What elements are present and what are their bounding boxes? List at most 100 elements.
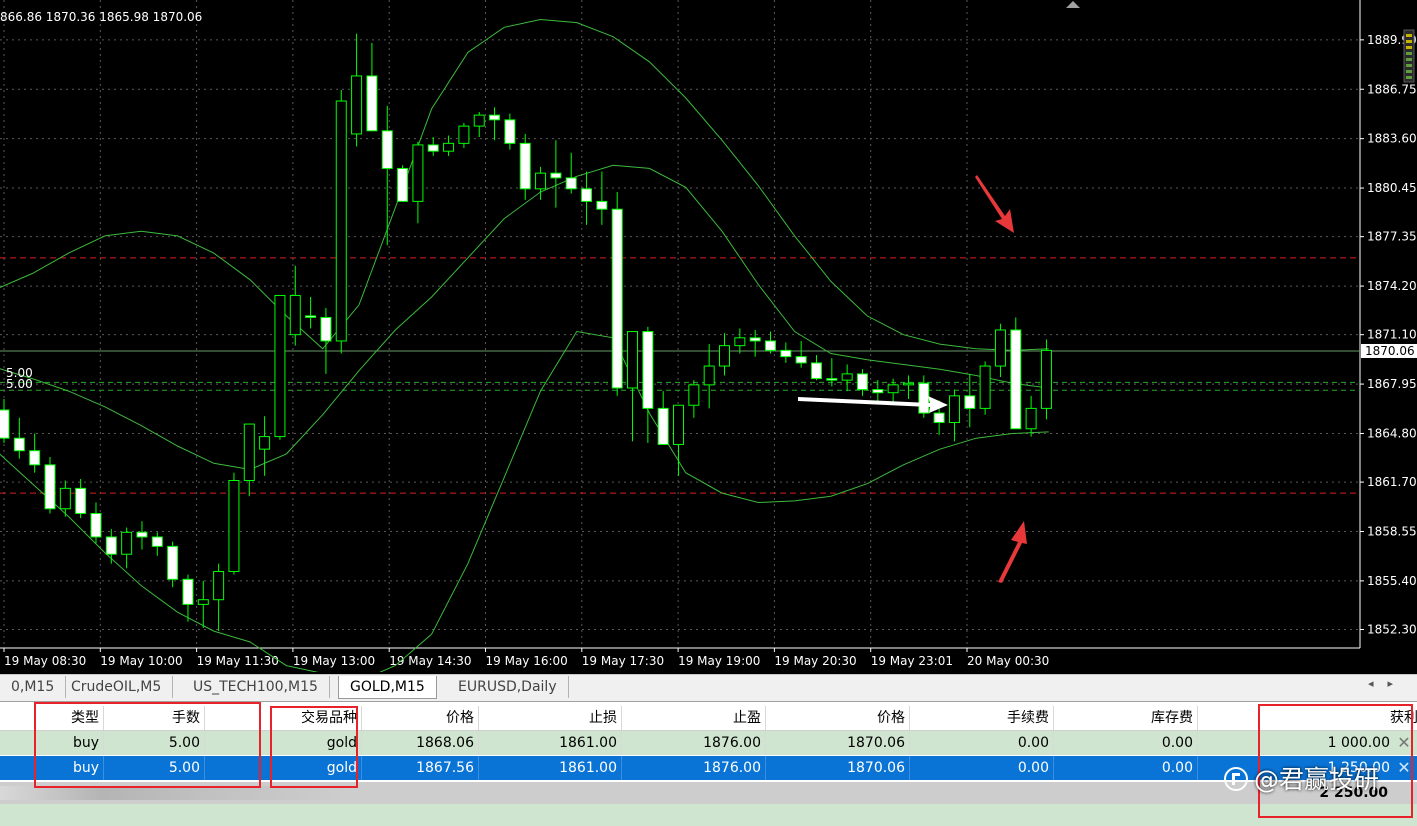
price-tick-label: 1858.55 — [1367, 524, 1417, 538]
price-tick-label: 1880.45 — [1367, 181, 1417, 195]
time-tick-label: 20 May 00:30 — [967, 654, 1049, 668]
cell-swap: 0.00 — [1054, 756, 1198, 780]
cell-take-profit: 1876.00 — [622, 756, 766, 780]
header-current-price[interactable]: 价格 — [766, 706, 910, 730]
candle-bear — [504, 119, 516, 144]
price-chart[interactable]: 1889.901886.751883.601880.451877.351874.… — [0, 0, 1417, 672]
price-tick-label: 1855.40 — [1367, 574, 1417, 588]
candle-bear — [918, 382, 930, 414]
price-tick-label: 1852.30 — [1367, 623, 1417, 637]
candle-bear — [780, 349, 792, 358]
volume-meter-bar — [1406, 76, 1412, 79]
volume-meter-bar — [1406, 70, 1412, 73]
scroll-right-icon[interactable]: ▸ — [1387, 677, 1407, 690]
candle-bear — [872, 389, 884, 394]
candle-bear — [550, 172, 562, 179]
header-swap[interactable]: 库存费 — [1054, 706, 1198, 730]
time-tick-label: 19 May 10:00 — [100, 654, 182, 668]
header-take-profit[interactable]: 止盈 — [622, 706, 766, 730]
price-tick-label: 1864.80 — [1367, 426, 1417, 440]
price-tick-label: 1861.70 — [1367, 475, 1417, 489]
candle-bear — [565, 177, 577, 190]
tab-eurusd[interactable]: EURUSD,Daily — [447, 676, 569, 698]
candle-bull — [228, 480, 240, 572]
annotation-arrow-red-upper — [975, 175, 1014, 233]
candle-bear — [366, 75, 378, 132]
time-tick-label: 19 May 08:30 — [4, 654, 86, 668]
order-lot-labels: 5.00 5.00 — [6, 367, 33, 390]
candle-bull — [841, 373, 853, 381]
candle-bear — [749, 337, 761, 342]
tab-label: EURUSD,Daily — [458, 679, 557, 695]
candle-bear — [427, 144, 439, 152]
candle-bull — [443, 142, 455, 152]
volume-meter-bar — [1406, 46, 1412, 49]
candle-bear — [136, 531, 148, 538]
candle-bear — [381, 130, 393, 169]
candle-bear — [151, 536, 163, 547]
tab-us-tech100[interactable]: US_TECH100,M15 — [182, 676, 330, 698]
candle-bull — [734, 337, 746, 347]
chart-area[interactable]: 1889.90 1886.75 1883.60 1880.45 1877.35 1874.… — [0, 0, 1417, 672]
candle-bull — [535, 172, 547, 190]
candle-bull — [979, 365, 991, 409]
cell-stop-loss: 1861.00 — [479, 731, 622, 755]
candle-bull — [59, 487, 71, 510]
header-commission[interactable]: 手续费 — [910, 706, 1054, 730]
candle-bear — [795, 356, 807, 364]
time-tick-label: 19 May 14:30 — [389, 654, 471, 668]
candle-bear — [44, 464, 56, 510]
candle-bear — [0, 409, 10, 439]
cell-commission: 0.00 — [910, 731, 1054, 755]
tab-label: 0,M15 — [11, 679, 55, 695]
candle-bull — [948, 395, 960, 423]
candle-bear — [167, 545, 179, 580]
candle-bull — [335, 100, 347, 342]
candle-bear — [75, 487, 87, 514]
candle-bull — [351, 75, 363, 135]
candle-bear — [182, 578, 194, 605]
candle-bear — [489, 114, 501, 121]
candle-bear — [29, 450, 41, 466]
ohlc-readout: 866.86 1870.36 1865.98 1870.06 — [0, 10, 203, 24]
candle-bear — [105, 536, 117, 555]
candle-bull — [994, 329, 1006, 367]
candle-bull — [703, 365, 715, 386]
cell-swap: 0.00 — [1054, 731, 1198, 755]
candle-bear — [765, 340, 776, 351]
cell-price: 1867.56 — [362, 756, 479, 780]
tab-label: GOLD,M15 — [350, 679, 425, 695]
time-tick-label: 19 May 13:00 — [293, 654, 375, 668]
highlight-box-type-volume — [34, 702, 261, 788]
time-tick-label: 19 May 17:30 — [582, 654, 664, 668]
tab-crudeoil[interactable]: CrudeOIL,M5 — [60, 676, 174, 698]
chart-tabs-bar: 0,M15 CrudeOIL,M5 US_TECH100,M15 GOLD,M1… — [0, 674, 1417, 702]
candle-bear — [519, 142, 531, 190]
blurred-balance-info — [0, 786, 340, 800]
candle-bear — [397, 167, 409, 202]
period-separator-marker-icon — [1066, 1, 1080, 8]
header-stop-loss[interactable]: 止损 — [479, 706, 622, 730]
tab-chart-1[interactable]: 0,M15 — [0, 676, 67, 698]
candle-bear — [657, 407, 669, 445]
candle-bull — [902, 382, 914, 386]
candle-bull — [1040, 349, 1052, 409]
candle-bull — [412, 144, 424, 202]
candle-bear — [826, 378, 838, 381]
candle-bear — [581, 188, 593, 202]
candle-bear — [596, 200, 608, 210]
cell-commission: 0.00 — [910, 756, 1054, 780]
cell-current-price: 1870.06 — [766, 756, 910, 780]
price-tick-label: 1886.75 — [1367, 82, 1417, 96]
candle-bull — [259, 436, 271, 450]
candle-bear — [964, 395, 976, 409]
candle-bull — [213, 570, 225, 601]
annotation-arrow-red-lower — [998, 521, 1027, 583]
price-tick-label: 1871.10 — [1367, 328, 1417, 342]
candle-bull — [673, 404, 685, 445]
tab-gold[interactable]: GOLD,M15 — [338, 676, 437, 699]
candle-bull — [688, 384, 700, 406]
price-tick-label: 1883.60 — [1367, 132, 1417, 146]
header-price[interactable]: 价格 — [362, 706, 479, 730]
scroll-left-icon[interactable]: ◂ — [1368, 677, 1388, 690]
